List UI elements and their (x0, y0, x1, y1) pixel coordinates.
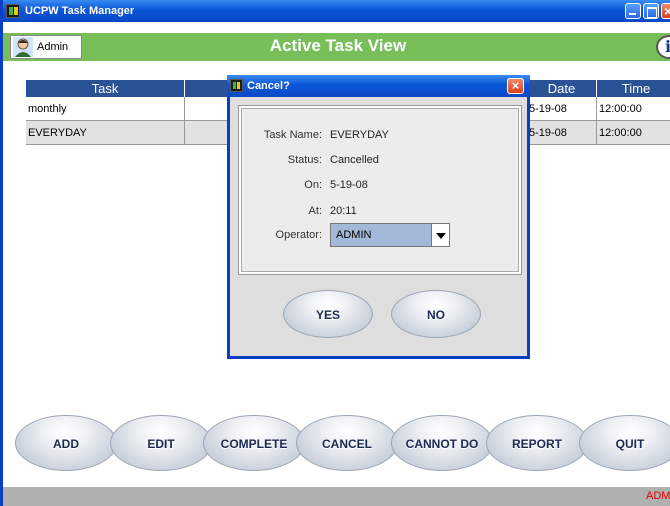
dialog-close-button[interactable]: × (507, 78, 524, 94)
dialog-title: Cancel? (247, 80, 290, 92)
page-title: Active Task View (269, 36, 407, 55)
cancel-button[interactable]: CANCEL (296, 415, 398, 471)
edit-button[interactable]: EDIT (110, 415, 212, 471)
dialog-details-panel: Task Name: EVERYDAY Status: Cancelled On… (238, 105, 522, 275)
report-button[interactable]: REPORT (486, 415, 588, 471)
task-name-value: EVERYDAY (330, 129, 389, 141)
task-name-label: Task Name: (263, 129, 322, 141)
cancel-dialog: Cancel? × Task Name: EVERYDAY Status: Ca… (227, 75, 530, 359)
cell-task: monthly (26, 97, 185, 121)
column-header-time[interactable]: Time (597, 80, 670, 97)
quit-button[interactable]: QUIT (579, 415, 670, 471)
operator-label: Operator: (275, 229, 322, 241)
minimize-button[interactable] (625, 3, 641, 19)
operator-selected-value: ADMIN (336, 229, 372, 241)
dialog-app-icon (230, 79, 243, 92)
at-label: At: (308, 205, 322, 217)
column-header-task[interactable]: Task (26, 80, 185, 97)
maximize-button[interactable] (643, 3, 659, 19)
yes-button[interactable]: YES (283, 290, 373, 338)
dialog-title-bar[interactable]: Cancel? × (227, 75, 530, 97)
at-value: 20:11 (330, 205, 357, 217)
window-title: UCPW Task Manager (25, 5, 135, 17)
status-label: Status: (287, 154, 322, 166)
status-value: Cancelled (330, 154, 379, 166)
column-header-date[interactable]: Date (527, 80, 597, 97)
on-value: 5-19-08 (330, 179, 368, 191)
cell-task: EVERYDAY (26, 121, 185, 145)
status-bar: ADM (3, 487, 670, 506)
cell-time: 12:00:00 (597, 97, 670, 121)
title-bar[interactable]: UCPW Task Manager (3, 0, 670, 22)
dialog-details-inner: Task Name: EVERYDAY Status: Cancelled On… (241, 108, 519, 272)
on-label: On: (304, 179, 322, 191)
cell-time: 12:00:00 (597, 121, 670, 145)
app-icon (6, 4, 20, 18)
no-button[interactable]: NO (391, 290, 481, 338)
cell-date: 5-19-08 (527, 121, 597, 145)
add-button[interactable]: ADD (15, 415, 117, 471)
operator-select[interactable]: ADMIN (330, 223, 450, 247)
close-window-button[interactable] (661, 0, 670, 22)
chevron-down-icon[interactable] (431, 224, 449, 246)
complete-button[interactable]: COMPLETE (203, 415, 305, 471)
cell-date: 5-19-08 (527, 97, 597, 121)
main-window: UCPW Task Manager Admin Active Task View… (0, 0, 670, 506)
cannot-do-button[interactable]: CANNOT DO (391, 415, 493, 471)
status-text: ADM (646, 490, 670, 502)
